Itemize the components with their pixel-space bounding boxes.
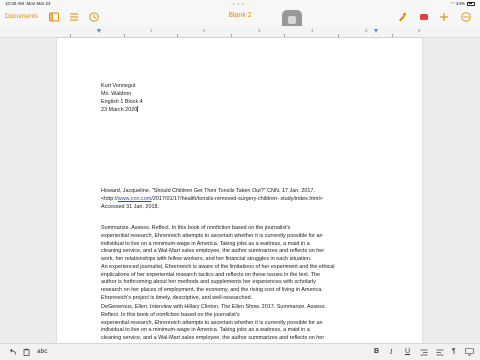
- paragraph-line[interactable]: Summarize. Assess. Reflect. In this book…: [101, 225, 383, 233]
- ruler-number: 5: [365, 28, 368, 33]
- paragraph-line[interactable]: individual to live on a minimum-wage in …: [101, 327, 383, 335]
- citation-1-url-line[interactable]: <http://www.cnn.com/2017/01/17/health/to…: [101, 196, 383, 204]
- paragraph-1[interactable]: Summarize. Assess. Reflect. In this book…: [101, 225, 383, 303]
- underline-button[interactable]: U: [405, 348, 410, 355]
- add-icon[interactable]: [438, 11, 450, 23]
- keyboard-shortcut-bar: abc B I U ¶: [0, 343, 480, 360]
- abc-button[interactable]: abc: [37, 348, 47, 355]
- battery-icon: [467, 1, 475, 6]
- ruler-tick: [177, 34, 178, 37]
- ruler-number: 2: [203, 28, 206, 33]
- paragraph-line[interactable]: individual to live on a minimum-wage in …: [101, 241, 383, 249]
- indent-icon[interactable]: [420, 349, 428, 356]
- ruler-number: 6: [418, 28, 421, 33]
- citation-2[interactable]: DeGenerous, Ellen. Interview with Hillar…: [101, 304, 383, 343]
- paste-icon[interactable]: [22, 348, 31, 356]
- citation-1-line[interactable]: Howard, Jacqueline. "Should Children Get…: [101, 188, 383, 196]
- paragraph-line[interactable]: implications of her experiential researc…: [101, 272, 383, 280]
- paragraph-line[interactable]: experiential research, Ehrenreich attemp…: [101, 320, 383, 328]
- paragraph-icon[interactable]: ¶: [452, 348, 456, 355]
- ruler-number: 4: [311, 28, 314, 33]
- insert-icon[interactable]: [418, 11, 430, 23]
- citation-1[interactable]: Howard, Jacqueline. "Should Children Get…: [101, 188, 383, 211]
- paragraph-line[interactable]: Reflect. In this book of nonfiction base…: [101, 312, 383, 320]
- bold-button[interactable]: B: [374, 348, 379, 355]
- ruler-number: 3: [258, 28, 261, 33]
- citation-1-line[interactable]: Accessed 31 Jan. 2018.: [101, 204, 383, 212]
- status-battery: ◠ 44%: [451, 1, 475, 7]
- paragraph-line[interactable]: Ehrenreich's project is timely, descript…: [101, 295, 383, 303]
- toolbar: Documents Blank 2: [0, 8, 480, 30]
- more-icon[interactable]: [460, 11, 472, 23]
- italic-button[interactable]: I: [390, 348, 392, 356]
- ruler-number: 1: [150, 28, 153, 33]
- paragraph-line[interactable]: An experienced journalist, Ehrenreich is…: [101, 264, 383, 272]
- paragraph-line[interactable]: research on her places of employment, th…: [101, 287, 383, 295]
- date-line[interactable]: 23 March 2020: [101, 106, 383, 115]
- heading-block[interactable]: Kurt Vonnegut Ms. Waldron English 1 Bloc…: [101, 83, 383, 115]
- paragraph-line[interactable]: DeGenerous, Ellen. Interview with Hillar…: [101, 304, 383, 312]
- paragraph-line[interactable]: cleaning service, and a Wal-Mart sales e…: [101, 335, 383, 343]
- ruler[interactable]: 1 2 3 4 5 6: [0, 26, 480, 38]
- format-brush-icon[interactable]: [396, 11, 408, 23]
- document-page[interactable]: Kurt Vonnegut Ms. Waldron English 1 Bloc…: [57, 38, 422, 343]
- class-name[interactable]: English 1 Block 4: [101, 99, 383, 107]
- status-time-date: 10:30 AM Mon Mar 23: [5, 1, 51, 6]
- document-title[interactable]: Blank 2: [0, 12, 480, 19]
- paragraph-line[interactable]: work, her relationships with fellow work…: [101, 256, 383, 264]
- ruler-tick: [124, 34, 125, 37]
- ruler-tick: [231, 34, 232, 37]
- paragraph-line[interactable]: author is forthcoming about her methods …: [101, 279, 383, 287]
- right-indent-marker[interactable]: [374, 29, 378, 33]
- align-icon[interactable]: [436, 349, 444, 356]
- teacher-name[interactable]: Ms. Waldron: [101, 91, 383, 99]
- ruler-tick: [392, 34, 393, 37]
- wifi-icon: ◠: [450, 1, 455, 6]
- ruler-tick: [284, 34, 285, 37]
- multitasking-dots[interactable]: • • •: [233, 1, 244, 6]
- undo-icon[interactable]: [8, 348, 17, 356]
- paragraph-line[interactable]: experiential research, Ehrenreich attemp…: [101, 233, 383, 241]
- keyboard-hide-icon[interactable]: [465, 348, 474, 356]
- status-bar: 10:30 AM Mon Mar 23 • • • ◠ 44%: [0, 0, 480, 8]
- left-indent-marker[interactable]: [97, 29, 101, 33]
- citation-link[interactable]: www.cnn.com: [118, 196, 152, 202]
- ruler-tick: [338, 34, 339, 37]
- author-name[interactable]: Kurt Vonnegut: [101, 83, 383, 91]
- ruler-tick: [70, 34, 71, 37]
- text-cursor: [137, 106, 138, 113]
- paragraph-line[interactable]: cleaning service, and a Wal-Mart sales e…: [101, 248, 383, 256]
